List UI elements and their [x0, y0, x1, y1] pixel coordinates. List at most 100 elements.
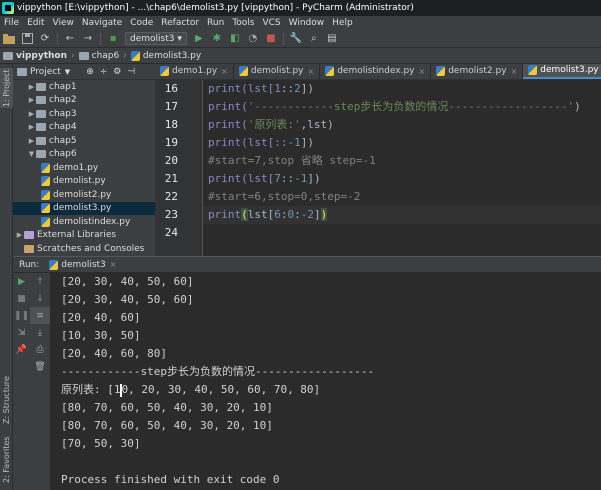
code-line[interactable]: print(lst[7::-1]) — [203, 170, 601, 188]
tab-demolist2[interactable]: demolist2.py × — [431, 64, 524, 79]
tree-item-chap6[interactable]: ▼ chap6 — [13, 148, 155, 162]
tree-item-demo1-py[interactable]: demo1.py — [13, 161, 155, 175]
coverage-icon[interactable]: ◧ — [228, 32, 242, 46]
project-tool-tab[interactable]: 1: Project — [0, 68, 13, 108]
tree-item-demolist3-py[interactable]: demolist3.py — [13, 201, 155, 215]
code-token: ) — [574, 100, 581, 113]
close-icon[interactable]: × — [110, 260, 117, 269]
profile-icon[interactable]: ◔ — [246, 32, 260, 46]
code-token: ] — [314, 208, 321, 221]
code-token: :: — [280, 82, 295, 95]
database-icon[interactable]: ▤ — [325, 32, 339, 46]
tree-item-external-libraries[interactable]: ▶ External Libraries — [13, 229, 155, 243]
breadcrumb-item[interactable]: vippython — [0, 51, 70, 61]
tree-item-demolistindex-py[interactable]: demolistindex.py — [13, 215, 155, 229]
menu-view[interactable]: View — [49, 18, 78, 28]
structure-tool-tab[interactable]: Z: Structure — [0, 372, 13, 428]
menu-file[interactable]: File — [0, 18, 23, 28]
tab-demolistindex[interactable]: demolistindex.py × — [320, 64, 432, 79]
menu-help[interactable]: Help — [328, 18, 357, 28]
expanded-arrow-icon[interactable]: ▼ — [27, 150, 36, 158]
debug-icon[interactable]: ✱ — [210, 32, 224, 46]
collapsed-arrow-icon[interactable]: ▶ — [27, 96, 36, 104]
collapsed-arrow-icon[interactable]: ▶ — [27, 123, 36, 131]
close-icon[interactable]: × — [511, 67, 518, 76]
print-icon[interactable]: ⎙ — [30, 341, 50, 358]
code-token: 2 — [294, 82, 301, 95]
scroll-to-end-icon[interactable]: ⤓ — [30, 324, 50, 341]
tree-item-chap5[interactable]: ▶ chap5 — [13, 134, 155, 148]
menu-window[interactable]: Window — [285, 18, 329, 28]
close-icon[interactable]: × — [308, 67, 315, 76]
menu-refactor[interactable]: Refactor — [157, 18, 203, 28]
back-arrow-icon[interactable]: ← — [63, 32, 77, 46]
run-config-tab[interactable]: demolist3 — [61, 260, 105, 270]
code-line[interactable] — [203, 224, 601, 242]
stop-icon[interactable]: ■ — [264, 32, 278, 46]
open-folder-icon[interactable] — [2, 32, 16, 46]
collapsed-arrow-icon[interactable]: ▶ — [27, 137, 36, 145]
code-editor[interactable]: print(lst[1::2]) print('------------step步… — [203, 80, 601, 256]
collapsed-arrow-icon[interactable]: ▶ — [27, 83, 36, 91]
tree-item-chap3[interactable]: ▶ chap3 — [13, 107, 155, 121]
run-configuration-select[interactable]: demolist3 ▾ — [125, 32, 187, 45]
project-panel-title[interactable]: Project — [30, 67, 61, 77]
library-icon — [24, 231, 34, 240]
hide-panel-icon[interactable]: ⊣ — [127, 67, 135, 77]
collapsed-arrow-icon[interactable]: ▶ — [27, 110, 36, 118]
code-line[interactable]: print('------------step步长为负数的情况---------… — [203, 98, 601, 116]
settings-wrench-icon[interactable]: 🔧 — [289, 32, 303, 46]
tab-demolist3[interactable]: demolist3.py× — [523, 64, 601, 79]
menu-tools[interactable]: Tools — [228, 18, 258, 28]
code-line[interactable]: #start=6,stop=0,step=-2 — [203, 188, 601, 206]
menu-run[interactable]: Run — [203, 18, 228, 28]
soft-wrap-icon[interactable]: ≡ — [30, 307, 50, 324]
gear-icon[interactable]: ⚙ — [113, 67, 121, 77]
breadcrumb-item[interactable]: demolist3.py — [128, 50, 204, 61]
tab-demolist[interactable]: demolist.py × — [234, 64, 321, 79]
tab-demo1[interactable]: demo1.py × — [155, 64, 234, 79]
tree-item-chap4[interactable]: ▶ chap4 — [13, 121, 155, 135]
rerun-icon[interactable]: ▶ — [13, 273, 30, 290]
scroll-down-icon[interactable]: ↓ — [30, 290, 50, 307]
stop-icon[interactable]: ■ — [13, 290, 30, 307]
collapse-all-icon[interactable]: ÷ — [100, 67, 108, 77]
close-icon[interactable]: × — [221, 67, 228, 76]
breadcrumb-item[interactable]: chap6 — [76, 51, 123, 61]
tree-item-demolist2-py[interactable]: demolist2.py — [13, 188, 155, 202]
tree-item-label: demolist.py — [53, 176, 106, 187]
tree-item-chap1[interactable]: ▶ chap1 — [13, 80, 155, 94]
tree-item-scratches-and-consoles[interactable]: Scratches and Consoles — [13, 242, 155, 256]
code-line[interactable]: print(lst[1::2]) — [203, 80, 601, 98]
restore-layout-icon[interactable]: ⇲ — [13, 324, 30, 341]
python-file-icon — [528, 65, 538, 75]
trash-icon[interactable]: 🗑 — [30, 358, 50, 375]
run-icon[interactable]: ▶ — [192, 32, 206, 46]
scroll-up-icon[interactable]: ↑ — [30, 273, 50, 290]
sync-icon[interactable]: ⟳ — [38, 32, 52, 46]
tree-item-demolist-py[interactable]: demolist.py — [13, 175, 155, 189]
save-all-icon[interactable] — [20, 32, 34, 46]
close-icon[interactable]: × — [418, 67, 425, 76]
run-console[interactable]: [20, 30, 40, 50, 60] [20, 30, 40, 50, 60]… — [51, 273, 601, 490]
favorites-tool-tab[interactable]: 2: Favorites — [0, 434, 13, 486]
tree-item-chap2[interactable]: ▶ chap2 — [13, 94, 155, 108]
menu-navigate[interactable]: Navigate — [78, 18, 126, 28]
code-line[interactable]: #start=7,stop 省略 step=-1 — [203, 152, 601, 170]
menu-vcs[interactable]: VCS — [258, 18, 284, 28]
code-line[interactable]: print(lst[::-1]) — [203, 134, 601, 152]
chevron-down-icon[interactable]: ▼ — [65, 68, 70, 76]
search-icon[interactable]: ⌕ — [307, 32, 321, 46]
pin-icon[interactable]: 📌 — [13, 341, 30, 358]
menu-code[interactable]: Code — [126, 18, 157, 28]
locate-target-icon[interactable]: ⊕ — [86, 67, 94, 77]
collapsed-arrow-icon[interactable]: ▶ — [15, 231, 24, 239]
console-text: 0, 20, 30, 40, 50, 60, 70, 80] — [121, 383, 321, 396]
menu-edit[interactable]: Edit — [23, 18, 48, 28]
tree-item-label: External Libraries — [37, 230, 117, 241]
pause-icon[interactable]: ❚❚ — [13, 307, 30, 324]
code-line[interactable]: print(lst[6:0:-2]) — [203, 206, 601, 224]
forward-arrow-icon[interactable]: → — [81, 32, 95, 46]
project-panel-header: Project ▼ ⊕ ÷ ⚙ ⊣ — [13, 64, 155, 80]
code-line[interactable]: print('原列表:',lst) — [203, 116, 601, 134]
